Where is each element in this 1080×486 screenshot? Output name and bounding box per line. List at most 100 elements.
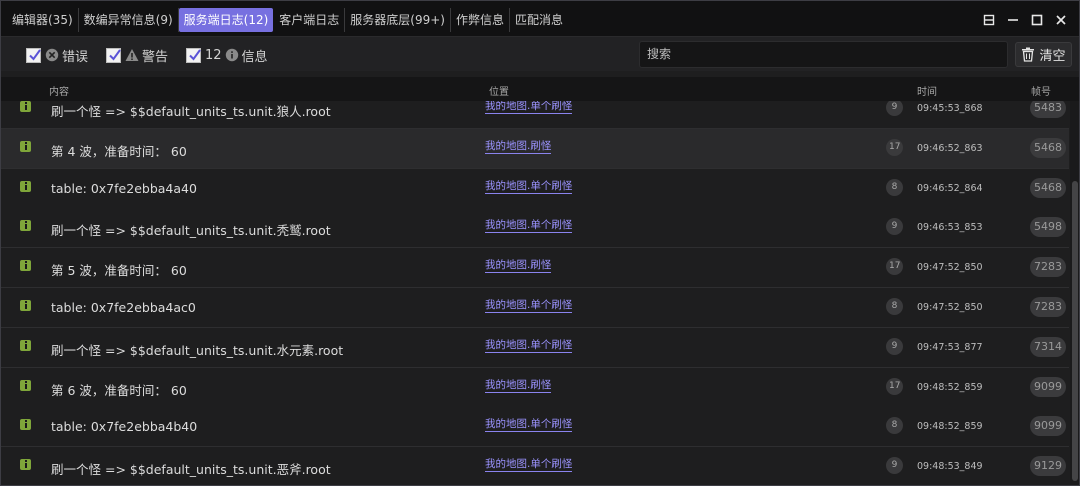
log-frame-badge: 9099: [1030, 376, 1066, 397]
error-label: 错误: [62, 49, 89, 65]
log-frame-badge: 5498: [1030, 217, 1066, 238]
log-time: 09:47:52_850: [917, 262, 983, 274]
column-content[interactable]: 内容: [49, 83, 69, 98]
table-header: 内容 位置 时间 帧号: [1, 77, 1079, 101]
info-count: 12: [205, 47, 222, 63]
log-content: 刷一个怪 => $$default_units_ts.unit.狼人.root: [51, 104, 331, 119]
log-content: table: 0x7fe2ebba4a40: [51, 180, 197, 196]
column-frame[interactable]: 帧号: [1031, 83, 1051, 98]
log-time: 09:48:52_859: [917, 381, 983, 393]
log-location-link[interactable]: 我的地图.刷怪: [485, 140, 552, 154]
log-time: 09:48:53_849: [917, 461, 983, 473]
log-content: 刷一个怪 => $$default_units_ts.unit.秃鹫.root: [51, 223, 331, 239]
column-time[interactable]: 时间: [917, 83, 937, 98]
log-location-link[interactable]: 我的地图.单个刷怪: [485, 458, 573, 473]
log-row[interactable]: 第 6 波，准备时间： 60 我的地图.刷怪 17 09:48:52_859 9099: [1, 367, 1069, 408]
log-level-badge: 17: [886, 138, 904, 156]
clear-label: 清空: [1039, 49, 1066, 64]
log-time: 09:47:52_850: [917, 302, 983, 313]
info-icon: [20, 180, 31, 192]
vertical-scrollbar[interactable]: [1070, 101, 1079, 485]
log-time: 09:48:52_859: [917, 421, 983, 433]
log-time: 09:45:53_868: [917, 103, 983, 114]
warning-checkbox[interactable]: [106, 47, 121, 63]
tab-item[interactable]: 作弊信息: [451, 8, 511, 32]
log-row[interactable]: 第 5 波，准备时间： 60 我的地图.刷怪 17 09:47:52_850 7283: [1, 248, 1069, 289]
search-box[interactable]: [639, 41, 1008, 68]
log-location-link[interactable]: 我的地图.单个刷怪: [485, 219, 573, 234]
info-icon: [20, 419, 31, 431]
log-frame-badge: 7314: [1030, 336, 1066, 357]
log-level-badge: 8: [886, 298, 903, 315]
log-time: 09:46:53_853: [917, 222, 983, 234]
log-location-link[interactable]: 我的地图.刷怪: [485, 379, 552, 393]
restore-icon[interactable]: [979, 10, 999, 30]
filter-warning[interactable]: 警告: [106, 46, 169, 65]
log-location-link[interactable]: 我的地图.单个刷怪: [485, 101, 573, 114]
log-window: 编辑器(35) 数编异常信息(9) 服务端日志(12) 客户端日志 服务器底层(99+)…: [0, 0, 1080, 486]
log-row[interactable]: 刷一个怪 => $$default_units_ts.unit.秃鹫.root 我…: [1, 208, 1069, 249]
log-content: 第 4 波，准备时间： 60: [51, 143, 187, 159]
filter-error[interactable]: 错误: [26, 46, 89, 65]
log-content: table: 0x7fe2ebba4b40: [51, 419, 198, 435]
search-input[interactable]: [647, 47, 987, 61]
log-level-badge: 9: [886, 101, 903, 116]
log-level-badge: 17: [886, 377, 904, 395]
clear-button[interactable]: 清空: [1015, 42, 1072, 67]
log-row[interactable]: 刷一个怪 => $$default_units_ts.unit.水元素.root…: [1, 327, 1069, 368]
log-row[interactable]: 刷一个怪 => $$default_units_ts.unit.恶斧.root 我…: [1, 447, 1069, 485]
tab-item[interactable]: 数编异常信息(9): [79, 8, 179, 32]
log-content: 刷一个怪 => $$default_units_ts.unit.水元素.root: [51, 342, 344, 358]
log-row[interactable]: table: 0x7fe2ebba4b40 我的地图.单个刷怪 8 09:48:52_…: [1, 407, 1069, 448]
log-row[interactable]: 第 4 波，准备时间： 60 我的地图.刷怪 17 09:46:52_863 5468: [1, 128, 1069, 169]
log-frame-badge: 9129: [1030, 456, 1066, 477]
log-frame-badge: 7283: [1030, 257, 1066, 278]
maximize-icon[interactable]: [1027, 10, 1047, 30]
info-icon: [20, 459, 31, 471]
info-icon: [20, 300, 31, 311]
log-row[interactable]: table: 0x7fe2ebba4ac0 我的地图.单个刷怪 8 09:47:52_…: [1, 288, 1069, 328]
log-location-link[interactable]: 我的地图.单个刷怪: [485, 299, 573, 313]
info-icon: [20, 220, 31, 232]
tab-item[interactable]: 客户端日志: [274, 8, 346, 32]
column-location[interactable]: 位置: [489, 83, 509, 98]
log-location-link[interactable]: 我的地图.单个刷怪: [485, 418, 573, 433]
info-checkbox[interactable]: [186, 47, 201, 63]
log-frame-badge: 9099: [1030, 416, 1066, 437]
info-icon: [20, 339, 31, 351]
log-location-link[interactable]: 我的地图.单个刷怪: [485, 339, 573, 353]
log-content: 第 5 波，准备时间： 60: [51, 263, 187, 279]
log-time: 09:46:52_864: [917, 182, 983, 194]
log-level-badge: 8: [886, 178, 903, 196]
log-level-badge: 9: [886, 218, 903, 236]
log-location-link[interactable]: 我的地图.单个刷怪: [485, 180, 573, 194]
scrollbar-thumb[interactable]: [1072, 181, 1078, 481]
warning-label: 警告: [142, 49, 169, 65]
tab-item[interactable]: 编辑器(35): [7, 8, 79, 32]
log-time: 09:46:52_863: [917, 142, 983, 154]
info-icon: [225, 48, 238, 62]
info-icon: [20, 260, 31, 272]
log-row[interactable]: table: 0x7fe2ebba4a40 我的地图.单个刷怪 8 09:46:52_…: [1, 168, 1069, 209]
minimize-icon[interactable]: [1003, 10, 1023, 30]
warning-icon: [125, 49, 139, 61]
info-icon: [20, 379, 31, 391]
log-level-badge: 9: [886, 337, 903, 355]
error-checkbox[interactable]: [26, 47, 41, 63]
filter-info[interactable]: 12 信息: [186, 46, 268, 65]
log-row[interactable]: 刷一个怪 => $$default_units_ts.unit.狼人.root 我…: [1, 101, 1069, 129]
tab-item[interactable]: 匹配消息: [510, 8, 568, 32]
log-frame-badge: 5483: [1030, 101, 1066, 118]
tab-list: 编辑器(35) 数编异常信息(9) 服务端日志(12) 客户端日志 服务器底层(99+)…: [7, 8, 568, 32]
log-rows: 刷一个怪 => $$default_units_ts.unit.狼人.root 我…: [1, 101, 1069, 485]
error-icon: [45, 48, 59, 62]
log-content: 第 6 波，准备时间： 60: [51, 382, 187, 398]
log-level-badge: 17: [886, 258, 904, 276]
tab-item[interactable]: 服务端日志(12): [178, 8, 274, 32]
close-icon[interactable]: [1051, 10, 1071, 30]
log-location-link[interactable]: 我的地图.刷怪: [485, 259, 552, 274]
log-frame-badge: 5468: [1030, 177, 1066, 198]
log-time: 09:47:53_877: [917, 341, 983, 353]
tab-item[interactable]: 服务器底层(99+): [345, 8, 451, 32]
trash-icon: [1022, 47, 1035, 62]
